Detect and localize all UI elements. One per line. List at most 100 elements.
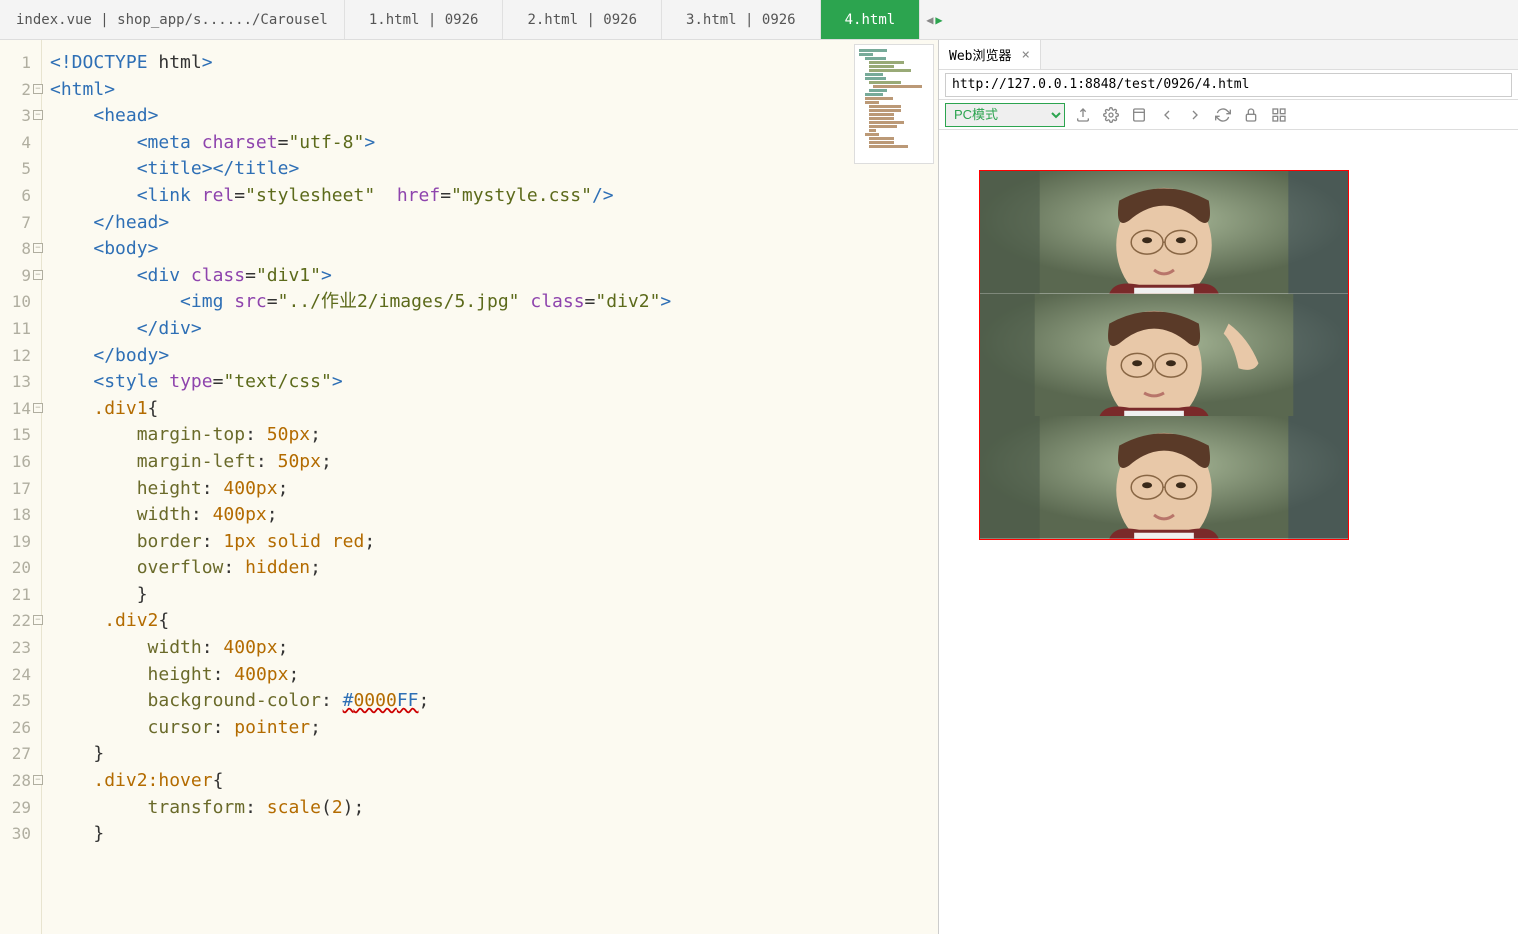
code-line[interactable]: width: 400px; <box>50 502 938 529</box>
code-line[interactable]: .div2:hover{ <box>50 768 938 795</box>
line-number: 28− <box>0 768 41 795</box>
back-icon[interactable] <box>1157 105 1177 125</box>
tab-4-html[interactable]: 4.html <box>821 0 921 39</box>
code-line[interactable]: .div1{ <box>50 396 938 423</box>
line-number: 2− <box>0 77 41 104</box>
fold-icon[interactable]: − <box>33 243 43 253</box>
address-bar <box>939 70 1518 100</box>
line-number: 30 <box>0 821 41 848</box>
code-line[interactable]: } <box>50 582 938 609</box>
code-line[interactable]: <head> <box>50 103 938 130</box>
preview-viewport <box>939 130 1518 934</box>
fold-icon[interactable]: − <box>33 110 43 120</box>
line-number: 7 <box>0 210 41 237</box>
browser-pane: Web浏览器 × PC模式 <box>938 40 1518 934</box>
browser-tabbar: Web浏览器 × <box>939 40 1518 70</box>
tab-2-html[interactable]: 2.html | 0926 <box>503 0 662 39</box>
code-line[interactable]: <link rel="stylesheet" href="mystyle.css… <box>50 183 938 210</box>
code-line[interactable]: <meta charset="utf-8"> <box>50 130 938 157</box>
fold-icon[interactable]: − <box>33 84 43 94</box>
code-line[interactable]: </body> <box>50 343 938 370</box>
line-number: 24 <box>0 662 41 689</box>
fold-icon[interactable]: − <box>33 270 43 280</box>
code-line[interactable]: height: 400px; <box>50 476 938 503</box>
browser-toolbar: PC模式 <box>939 100 1518 130</box>
tab-index-vue[interactable]: index.vue | shop_app/s....../Carousel <box>0 0 345 39</box>
code-line[interactable]: border: 1px solid red; <box>50 529 938 556</box>
line-number: 17 <box>0 476 41 503</box>
code-line[interactable]: transform: scale(2); <box>50 795 938 822</box>
line-number: 4 <box>0 130 41 157</box>
lock-icon[interactable] <box>1241 105 1261 125</box>
code-line[interactable]: <title></title> <box>50 156 938 183</box>
preview-image-slice-3 <box>980 416 1348 539</box>
code-line[interactable]: } <box>50 741 938 768</box>
code-line[interactable]: <style type="text/css"> <box>50 369 938 396</box>
line-number: 20 <box>0 555 41 582</box>
line-number: 14− <box>0 396 41 423</box>
url-input[interactable] <box>945 73 1512 97</box>
line-number: 16 <box>0 449 41 476</box>
code-line[interactable]: background-color: #0000FF; <box>50 688 938 715</box>
export-icon[interactable] <box>1073 105 1093 125</box>
code-line[interactable]: <html> <box>50 77 938 104</box>
line-number: 19 <box>0 529 41 556</box>
preview-image-slice-1 <box>980 171 1348 294</box>
line-number: 25 <box>0 688 41 715</box>
line-number: 18 <box>0 502 41 529</box>
browser-tab-label: Web浏览器 <box>949 45 1011 64</box>
line-number: 21 <box>0 582 41 609</box>
line-number: 8− <box>0 236 41 263</box>
code-line[interactable]: <body> <box>50 236 938 263</box>
minimap[interactable] <box>854 44 934 164</box>
code-area[interactable]: <!DOCTYPE html><html> <head> <meta chars… <box>42 40 938 934</box>
browser-tab[interactable]: Web浏览器 × <box>939 40 1041 69</box>
tab-1-html[interactable]: 1.html | 0926 <box>345 0 504 39</box>
code-line[interactable]: </head> <box>50 210 938 237</box>
preview-image-slice-2 <box>980 294 1348 417</box>
line-number: 29 <box>0 795 41 822</box>
tab-next-icon[interactable]: ▶ <box>935 13 942 27</box>
close-icon[interactable]: × <box>1021 47 1029 63</box>
code-line[interactable]: cursor: pointer; <box>50 715 938 742</box>
tab-nav: ◀ ▶ <box>920 0 948 39</box>
code-line[interactable]: <div class="div1"> <box>50 263 938 290</box>
fold-icon[interactable]: − <box>33 775 43 785</box>
code-line[interactable]: </div> <box>50 316 938 343</box>
code-line[interactable]: overflow: hidden; <box>50 555 938 582</box>
code-line[interactable]: margin-left: 50px; <box>50 449 938 476</box>
preview-div1 <box>979 170 1349 540</box>
line-number: 3− <box>0 103 41 130</box>
forward-icon[interactable] <box>1185 105 1205 125</box>
code-line[interactable]: height: 400px; <box>50 662 938 689</box>
code-line[interactable]: width: 400px; <box>50 635 938 662</box>
refresh-icon[interactable] <box>1213 105 1233 125</box>
device-icon[interactable] <box>1129 105 1149 125</box>
gear-icon[interactable] <box>1101 105 1121 125</box>
fold-icon[interactable]: − <box>33 615 43 625</box>
tab-3-html[interactable]: 3.html | 0926 <box>662 0 821 39</box>
code-line[interactable]: } <box>50 821 938 848</box>
line-number: 27 <box>0 741 41 768</box>
line-number: 12 <box>0 343 41 370</box>
line-number: 6 <box>0 183 41 210</box>
code-line[interactable]: <img src="../作业2/images/5.jpg" class="di… <box>50 289 938 316</box>
fold-icon[interactable]: − <box>33 403 43 413</box>
line-number: 10 <box>0 289 41 316</box>
editor-pane: 12−3−45678−9−1011121314−1516171819202122… <box>0 40 938 934</box>
line-number: 23 <box>0 635 41 662</box>
grid-icon[interactable] <box>1269 105 1289 125</box>
line-number: 15 <box>0 422 41 449</box>
line-number: 13 <box>0 369 41 396</box>
mode-select[interactable]: PC模式 <box>945 103 1065 127</box>
code-line[interactable]: .div2{ <box>50 608 938 635</box>
gutter: 12−3−45678−9−1011121314−1516171819202122… <box>0 40 42 934</box>
code-line[interactable]: margin-top: 50px; <box>50 422 938 449</box>
line-number: 9− <box>0 263 41 290</box>
editor-tabbar: index.vue | shop_app/s....../Carousel 1.… <box>0 0 1518 40</box>
line-number: 22− <box>0 608 41 635</box>
line-number: 11 <box>0 316 41 343</box>
code-line[interactable]: <!DOCTYPE html> <box>50 50 938 77</box>
tab-prev-icon[interactable]: ◀ <box>926 13 933 27</box>
line-number: 1 <box>0 50 41 77</box>
